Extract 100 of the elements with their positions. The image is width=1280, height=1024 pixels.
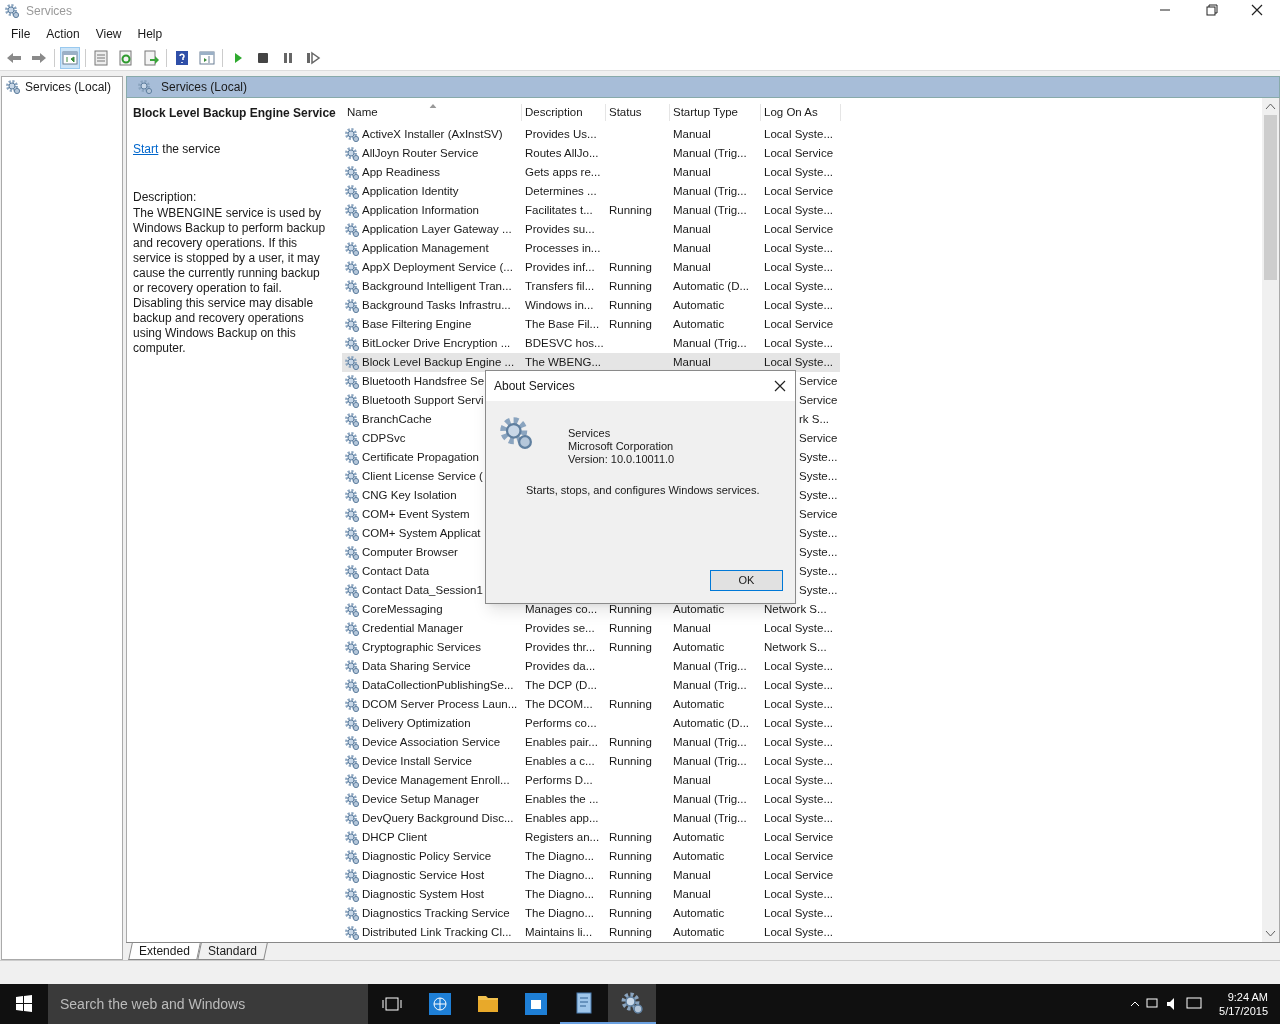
table-row[interactable]: DataCollectionPublishingSe... The DCP (D... Manual (Trig... Local Syste... (342, 676, 840, 695)
table-cell-text: Local Service (763, 221, 835, 237)
gear-icon (344, 696, 360, 713)
console-tree-icon[interactable] (60, 46, 80, 69)
table-row[interactable]: Block Level Backup Engine ... The WBENG... Manual Local Syste... (342, 353, 840, 372)
menu-item[interactable]: File (3, 24, 39, 43)
ok-button[interactable]: OK (710, 570, 783, 591)
view-tab[interactable]: Standard (196, 943, 268, 960)
table-cell[interactable]: BranchCache (344, 410, 432, 429)
clock-date[interactable]: 5/17/2015 (1219, 1004, 1268, 1018)
table-row[interactable]: Background Tasks Infrastru... Windows in... Running Automatic Local Syste... (342, 296, 840, 315)
table-cell-text: Local Syste... (763, 715, 835, 731)
table-cell[interactable]: CDPSvc (344, 429, 406, 448)
menu-item[interactable]: Help (129, 24, 171, 43)
column-header[interactable]: Log On As (761, 103, 841, 121)
table-cell-text: Manual (672, 126, 712, 142)
table-cell-text: Facilitates t... (524, 202, 594, 218)
table-row[interactable]: Background Intelligent Tran... Transfers fil... Running Automatic (D... Local Syste... (342, 277, 840, 296)
table-cell-text: Performs D... (524, 772, 594, 788)
table-row[interactable]: Credential Manager Provides se... Running Manual Local Syste... (342, 619, 840, 638)
view-tab[interactable]: Extended (128, 943, 201, 960)
table-cell[interactable]: Bluetooth Handsfree Se (344, 372, 485, 391)
table-cell-text: Provides Us... (524, 126, 598, 142)
gear-icon (344, 259, 360, 276)
table-cell-text: Running (608, 259, 653, 275)
table-row[interactable]: Diagnostic Policy Service The Diagno... Running Automatic Local Service (342, 847, 840, 866)
column-header[interactable]: Description (522, 103, 606, 121)
column-header[interactable]: Startup Type (670, 103, 761, 121)
table-cell-text: Local Syste... (763, 202, 835, 218)
table-row[interactable]: Diagnostic System Host The Diagno... Running Manual Local Syste... (342, 885, 840, 904)
table-row[interactable]: App Readiness Gets apps re... Manual Local Syste... (342, 163, 840, 182)
tree-item[interactable]: Services (Local) (2, 77, 122, 97)
clock-time[interactable]: 9:24 AM (1227, 990, 1268, 1004)
table-cell-text: Running (608, 696, 653, 712)
column-header[interactable]: Name (344, 103, 522, 121)
table-cell-text: Network S... (763, 601, 828, 617)
table-row[interactable]: Device Install Service Enables a c... Running Manual (Trig... Local Syste... (342, 752, 840, 771)
table-cell-text: Device Association Service (362, 734, 501, 750)
table-cell-text: Determines ... (524, 183, 598, 199)
table-row[interactable]: Application Management Processes in... Manual Local Syste... (342, 239, 840, 258)
table-cell-text: Application Information (362, 202, 479, 218)
table-row[interactable]: Diagnostics Tracking Service The Diagno... Running Automatic Local Syste... (342, 904, 840, 923)
search-field[interactable]: Search the web and Windows (48, 984, 368, 1024)
table-row[interactable]: Application Identity Determines ... Manual (Trig... Local Service (342, 182, 840, 201)
table-cell-text: Enables the ... (524, 791, 600, 807)
table-row[interactable]: DCOM Server Process Laun... The DCOM... Running Automatic Local Syste... (342, 695, 840, 714)
document-icon[interactable] (574, 992, 594, 1014)
table-cell[interactable]: Certificate Propagation (344, 448, 479, 467)
table-cell[interactable]: Bluetooth Support Servi (344, 391, 484, 410)
start-link[interactable]: Start (133, 140, 159, 158)
table-row[interactable]: Cryptographic Services Provides thr... Running Automatic Network S... (342, 638, 840, 657)
gear-icon (344, 354, 360, 371)
table-cell-text: App Readiness (362, 164, 440, 180)
table-cell-text: ActiveX Installer (AxInstSV) (362, 126, 503, 142)
table-cell[interactable]: COM+ System Applicat (344, 524, 481, 543)
table-cell-text: Syste... (798, 487, 839, 503)
scrollbar-thumb[interactable] (1264, 115, 1277, 280)
table-row[interactable]: Application Layer Gateway ... Provides su... Manual Local Service (342, 220, 840, 239)
table-row[interactable]: Data Sharing Service Provides da... Manual (Trig... Local Syste... (342, 657, 840, 676)
table-cell[interactable]: Computer Browser (344, 543, 458, 562)
table-cell-text: Automatic (D... (672, 278, 751, 294)
column-header[interactable]: Status (606, 103, 670, 121)
table-row[interactable]: Application Information Facilitates t... Running Manual (Trig... Local Syste... (342, 201, 840, 220)
table-row[interactable]: CoreMessaging Manages co... Running Automatic Network S... (342, 600, 840, 619)
table-cell[interactable]: Client License Service ( (344, 467, 483, 486)
table-cell-text: Application Layer Gateway ... (362, 221, 512, 237)
table-cell-text: Local Service (763, 829, 835, 845)
gear-icon (344, 506, 360, 523)
table-row[interactable]: DevQuery Background Disc... Enables app... Manual (Trig... Local Syste... (342, 809, 840, 828)
table-row[interactable]: Device Association Service Enables pair... Running Manual (Trig... Local Syste... (342, 733, 840, 752)
table-row[interactable]: Diagnostic Service Host The Diagno... Running Manual Local Service (342, 866, 840, 885)
table-row[interactable]: Device Setup Manager Enables the ... Manual (Trig... Local Syste... (342, 790, 840, 809)
table-cell[interactable]: Contact Data_Session1 (344, 581, 483, 600)
table-cell-text: Routes AllJo... (524, 145, 600, 161)
table-cell[interactable]: CNG Key Isolation (344, 486, 457, 505)
table-cell-text: The Diagno... (524, 886, 596, 902)
table-row[interactable]: Base Filtering Engine The Base Fil... Running Automatic Local Service (342, 315, 840, 334)
table-cell-text: Syste... (798, 563, 839, 579)
table-cell[interactable]: Contact Data (344, 562, 430, 581)
table-row[interactable]: AllJoyn Router Service Routes AllJo... Manual (Trig... Local Service (342, 144, 840, 163)
gear-icon (344, 867, 360, 884)
close-icon[interactable] (773, 379, 787, 393)
table-row[interactable]: AppX Deployment Service (... Provides inf... Running Manual Local Syste... (342, 258, 840, 277)
menu-item[interactable]: View (87, 24, 130, 43)
table-cell-text: Local Service (763, 848, 835, 864)
table-cell-text: Running (608, 867, 653, 883)
table-cell[interactable]: COM+ Event System (344, 505, 470, 524)
table-row[interactable]: BitLocker Drive Encryption ... BDESVC hos... Manual (Trig... Local Syste... (342, 334, 840, 353)
table-row[interactable]: Delivery Optimization Performs co... Automatic (D... Local Syste... (342, 714, 840, 733)
menu-item[interactable]: Action (38, 24, 88, 43)
table-row[interactable]: ActiveX Installer (AxInstSV) Provides Us... Manual Local Syste... (342, 125, 840, 144)
table-row[interactable]: DHCP Client Registers an... Running Automatic Local Service (342, 828, 840, 847)
table-cell-text: DataCollectionPublishingSe... (362, 677, 514, 693)
table-cell-text: Base Filtering Engine (362, 316, 472, 332)
table-row[interactable]: Distributed Link Tracking Cl... Maintains li... Running Automatic Local Syste... (342, 923, 840, 942)
table-row[interactable]: Device Management Enroll... Performs D... Manual Local Syste... (342, 771, 840, 790)
window-title: Services (26, 3, 72, 20)
table-cell-text: Automatic (672, 316, 726, 332)
dialog-title: About Services (494, 378, 575, 395)
table-cell-text: Local Service (763, 867, 835, 883)
